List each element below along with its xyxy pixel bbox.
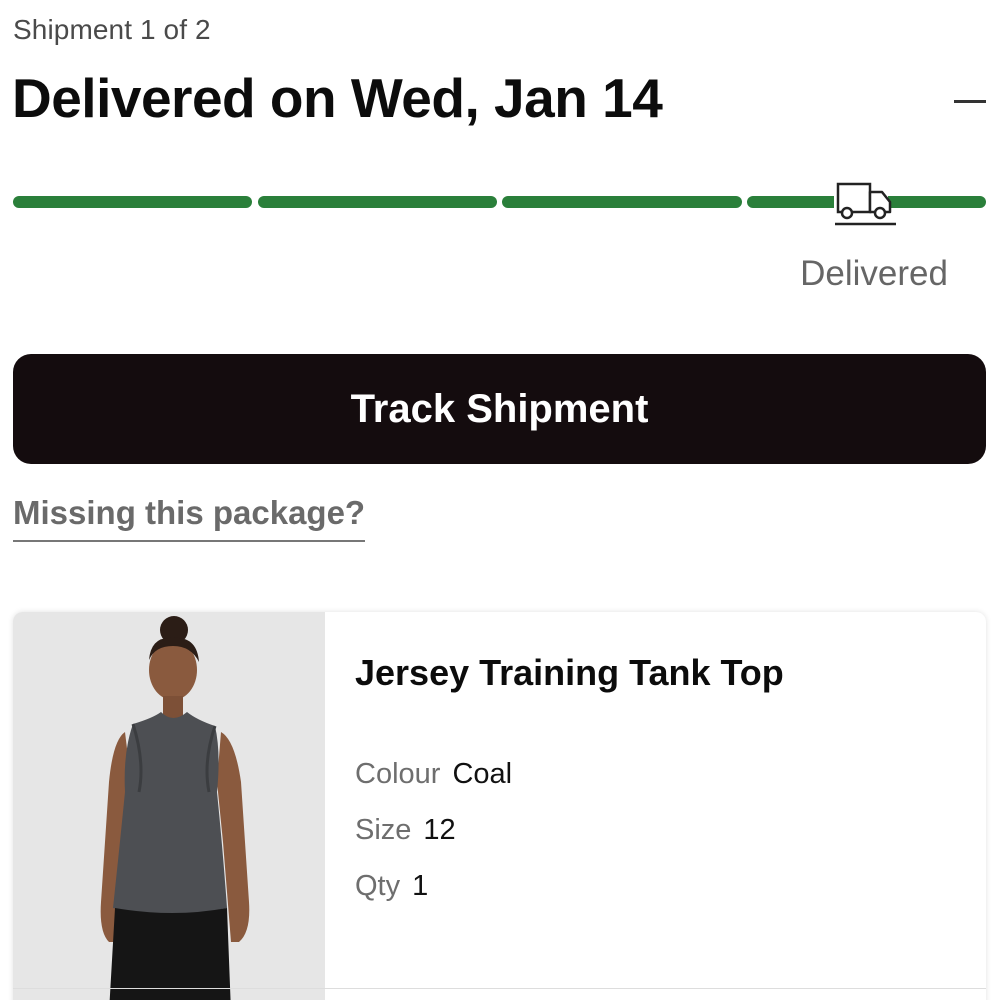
size-value: 12 <box>423 814 456 846</box>
track-shipment-button[interactable]: Track Shipment <box>13 354 986 464</box>
delivery-title: Delivered on Wed, Jan 14 <box>12 67 663 129</box>
product-image[interactable] <box>13 612 325 1000</box>
qty-label: Qty <box>355 870 401 902</box>
truck-icon <box>834 180 896 226</box>
product-qty-row: Qty 1 <box>355 870 428 903</box>
progress-segment-shipped <box>258 196 497 208</box>
product-size-row: Size 12 <box>355 814 456 847</box>
collapse-button[interactable] <box>952 86 988 116</box>
shipment-count-label: Shipment 1 of 2 <box>13 14 211 45</box>
shipment-details-page: Shipment 1 of 2 Delivered on Wed, Jan 14… <box>0 0 1000 1000</box>
progress-segment-in-transit <box>502 196 742 208</box>
product-card[interactable]: Jersey Training Tank Top Colour Coal Size… <box>13 612 986 1000</box>
missing-package-link[interactable]: Missing this package? <box>13 494 366 542</box>
product-colour-row: Colour Coal <box>355 758 512 791</box>
progress-segment-ordered <box>13 196 252 208</box>
card-divider <box>13 988 986 989</box>
qty-value: 1 <box>412 870 429 902</box>
product-photo <box>13 612 325 1000</box>
size-label: Size <box>355 814 412 846</box>
colour-label: Colour <box>355 758 441 790</box>
minus-icon <box>954 100 986 103</box>
product-name[interactable]: Jersey Training Tank Top <box>355 652 784 694</box>
track-shipment-label: Track Shipment <box>350 386 649 431</box>
delivery-status-label: Delivered <box>800 254 948 293</box>
colour-value: Coal <box>452 758 513 790</box>
